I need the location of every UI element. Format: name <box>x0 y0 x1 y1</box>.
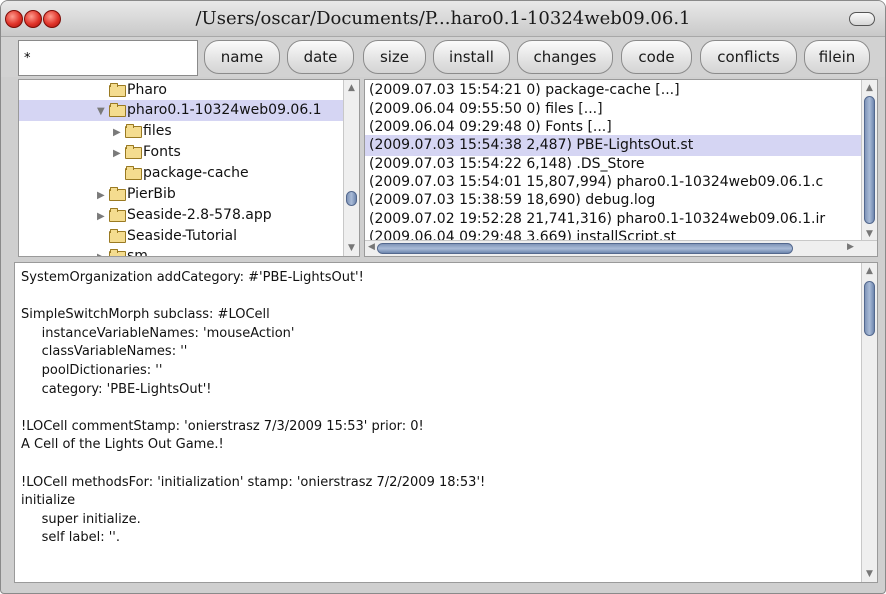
tree-item[interactable]: Pharo <box>97 80 167 101</box>
tree-item[interactable]: ▶ Seaside-2.8-578.app <box>97 205 272 226</box>
tree-scrollbar[interactable]: ▲ ▼ <box>343 80 359 256</box>
scroll-up-icon[interactable]: ▲ <box>862 82 877 94</box>
tree-item-label: files <box>143 123 172 139</box>
file-list-hscroll-thumb[interactable] <box>377 243 793 254</box>
sort-by-name-button[interactable]: name <box>204 40 280 74</box>
tree-item[interactable]: ▼ pharo0.1-10324web09.06.1 <box>19 100 345 121</box>
scroll-up-icon[interactable]: ▲ <box>344 82 359 94</box>
folder-icon <box>109 208 126 222</box>
code-line: SystemOrganization addCategory: #'PBE-Li… <box>21 270 364 285</box>
folder-icon <box>125 166 142 180</box>
tree-item[interactable]: Seaside-Tutorial <box>97 226 237 247</box>
tree-item[interactable]: ▶ PierBib <box>97 184 176 205</box>
triangle-right-icon[interactable]: ▶ <box>97 185 109 206</box>
code-line: instanceVariableNames: 'mouseAction' <box>21 325 295 341</box>
file-list-item[interactable]: (2009.07.03 15:54:38 2,487) PBE-LightsOu… <box>365 135 862 156</box>
folder-icon <box>125 124 142 138</box>
code-line: classVariableNames: '' <box>21 344 188 360</box>
contents-scrollbar[interactable]: ▲ ▼ <box>861 263 877 582</box>
tree-item-label: sm <box>127 248 148 257</box>
code-line: !LOCell commentStamp: 'onierstrasz 7/3/2… <box>21 418 424 434</box>
title-bar[interactable]: /Users/oscar/Documents/P...haro0.1-10324… <box>1 1 885 37</box>
scroll-left-icon[interactable]: ◀ <box>368 242 375 252</box>
code-line: category: 'PBE-LightsOut'! <box>21 381 212 397</box>
sort-by-date-button[interactable]: date <box>287 40 354 74</box>
scroll-down-icon[interactable]: ▼ <box>862 228 877 240</box>
folder-icon <box>109 83 126 97</box>
file-browser-window: /Users/oscar/Documents/P...haro0.1-10324… <box>0 0 886 594</box>
scroll-right-icon[interactable]: ▶ <box>847 242 854 252</box>
filein-button[interactable]: filein <box>804 40 870 74</box>
code-button[interactable]: code <box>621 40 692 74</box>
code-line: self label: ''. <box>21 530 120 546</box>
tree-item[interactable]: ▶ Fonts <box>113 142 181 163</box>
tree-item[interactable]: ▶ sm <box>97 246 148 257</box>
triangle-right-icon[interactable]: ▶ <box>113 122 125 143</box>
install-button[interactable]: install <box>433 40 510 74</box>
tree-item-label: Pharo <box>127 82 167 98</box>
file-contents-text[interactable]: SystemOrganization addCategory: #'PBE-Li… <box>21 269 861 548</box>
tree-item-label: Seaside-2.8-578.app <box>127 207 272 223</box>
code-line: initialize <box>21 493 76 509</box>
folder-icon <box>109 187 126 201</box>
collapse-icon[interactable] <box>849 12 875 26</box>
file-list-item[interactable]: (2009.07.03 15:38:59 18,690) debug.log <box>369 190 655 211</box>
tree-item-label: Fonts <box>143 144 181 160</box>
file-list[interactable]: (2009.07.03 15:54:21 0) package-cache [.… <box>364 79 878 257</box>
window-title: /Users/oscar/Documents/P...haro0.1-10324… <box>195 8 691 29</box>
changes-button[interactable]: changes <box>517 40 613 74</box>
triangle-down-icon[interactable]: ▼ <box>97 101 109 122</box>
scroll-down-icon[interactable]: ▼ <box>344 242 359 254</box>
folder-icon <box>109 103 126 117</box>
tree-item-label: package-cache <box>143 165 249 181</box>
conflicts-button[interactable]: conflicts <box>700 40 797 74</box>
contents-scroll-thumb[interactable] <box>864 281 875 336</box>
triangle-right-icon[interactable]: ▶ <box>97 206 109 227</box>
tree-item[interactable]: ▶ files <box>113 121 172 142</box>
triangle-right-icon[interactable]: ▶ <box>113 143 125 164</box>
file-list-vscroll-thumb[interactable] <box>864 96 875 224</box>
tree-scroll-thumb[interactable] <box>346 191 357 206</box>
directory-tree[interactable]: Pharo ▼ pharo0.1-10324web09.06.1 ▶ files ▶… <box>18 79 360 257</box>
triangle-right-icon[interactable]: ▶ <box>97 247 109 256</box>
tree-item-label: pharo0.1-10324web09.06.1 <box>127 102 322 118</box>
toolbar: name date size install changes code conf… <box>1 37 885 77</box>
filename-filter-input[interactable] <box>18 40 198 76</box>
scroll-down-icon[interactable]: ▼ <box>862 568 877 580</box>
folder-icon <box>125 145 142 159</box>
tree-item-label: PierBib <box>127 186 176 202</box>
tree-item[interactable]: package-cache <box>113 163 249 184</box>
folder-icon <box>109 229 126 243</box>
folder-icon <box>109 249 126 256</box>
file-list-vscrollbar[interactable]: ▲ ▼ <box>861 80 877 242</box>
code-line: poolDictionaries: '' <box>21 362 163 378</box>
code-line: SimpleSwitchMorph subclass: #LOCell <box>21 307 270 323</box>
sort-by-size-button[interactable]: size <box>363 40 426 74</box>
code-line: super initialize. <box>21 511 141 527</box>
tree-item-label: Seaside-Tutorial <box>127 228 237 244</box>
file-contents-pane[interactable]: SystemOrganization addCategory: #'PBE-Li… <box>14 262 878 583</box>
file-list-hscrollbar[interactable]: ◀ ▶ <box>365 240 877 256</box>
code-line: !LOCell methodsFor: 'initialization' sta… <box>21 474 486 490</box>
file-list-item[interactable]: (2009.07.03 15:54:21 0) package-cache [.… <box>369 80 680 101</box>
scroll-up-icon[interactable]: ▲ <box>862 265 877 277</box>
code-line: A Cell of the Lights Out Game.! <box>21 437 224 453</box>
